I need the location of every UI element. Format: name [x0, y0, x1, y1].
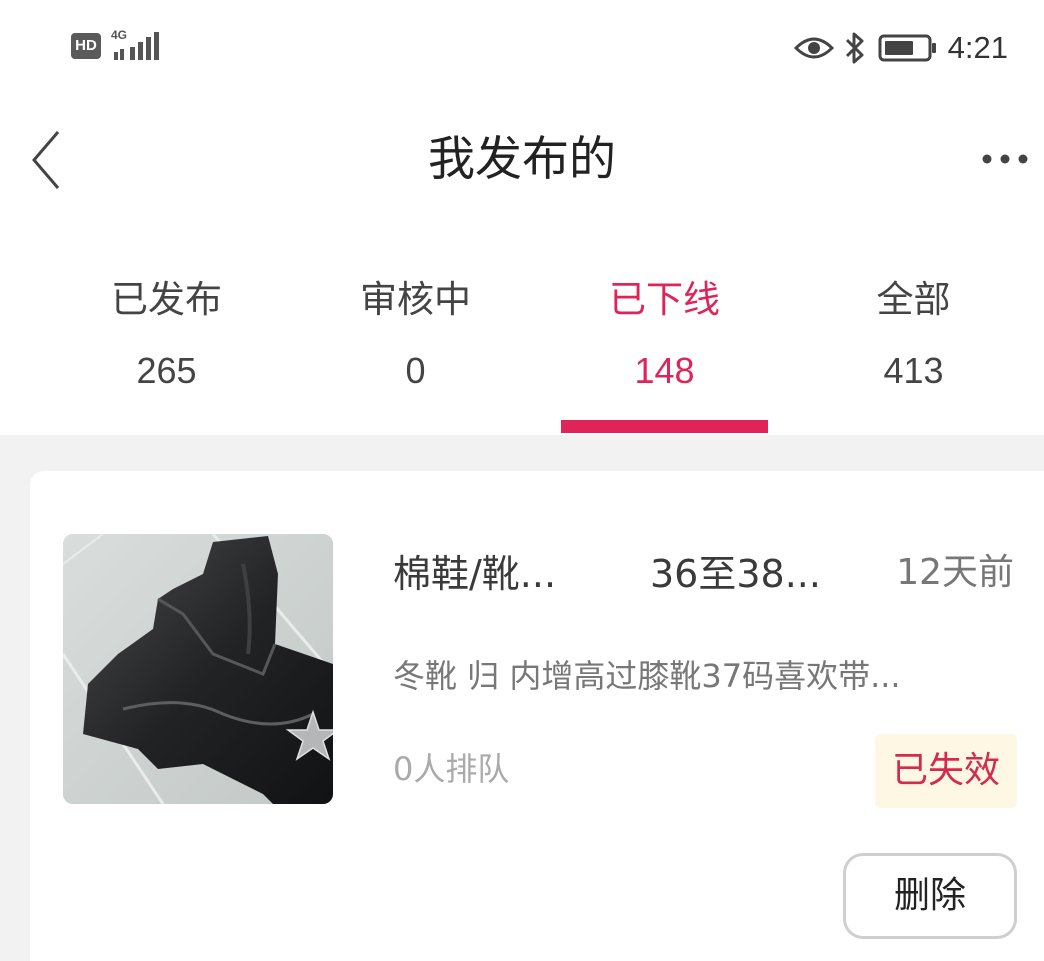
- item-timestamp: 12天前: [896, 552, 1014, 593]
- item-category: 棉鞋/靴...: [393, 552, 557, 596]
- clock-time: 4:21: [947, 30, 1008, 65]
- bluetooth-icon: [845, 32, 864, 64]
- tab-all[interactable]: 全部 413: [789, 265, 1038, 435]
- eye-icon: [793, 37, 834, 59]
- status-right: 4:21: [793, 26, 1008, 70]
- item-thumbnail[interactable]: [63, 534, 333, 804]
- tab-count: 413: [883, 350, 944, 391]
- more-horizontal-icon[interactable]: [978, 148, 1032, 170]
- tab-label: 已下线: [609, 278, 720, 321]
- tab-bar: 已发布 265 审核中 0 已下线 148 全部 413: [42, 265, 1038, 435]
- battery-icon: [878, 34, 936, 62]
- status-badge: 已失效: [875, 734, 1017, 808]
- tab-count: 0: [405, 350, 426, 391]
- app-screen: HD 4G 4:21 我发布的 已发布 265 审核中 0 已下线 148 全部…: [0, 0, 1044, 961]
- status-bar: HD 4G 4:21: [0, 0, 1044, 95]
- tab-count: 265: [136, 350, 197, 391]
- tab-label: 已发布: [111, 278, 222, 321]
- list-item[interactable]: 棉鞋/靴... 36至38... 12天前 冬靴 归 内增高过膝靴37码喜欢带.…: [30, 471, 1044, 961]
- tab-count: 148: [634, 350, 695, 391]
- tab-under-review[interactable]: 审核中 0: [291, 265, 540, 435]
- tab-label: 全部: [876, 278, 951, 321]
- page-title: 我发布的: [428, 132, 616, 187]
- hd-badge: HD: [71, 33, 101, 59]
- delete-button[interactable]: 删除: [843, 853, 1017, 939]
- item-queue-count: 0人排队: [393, 750, 510, 788]
- boot-image: [63, 534, 333, 804]
- item-size: 36至38...: [650, 552, 821, 596]
- tab-label: 审核中: [360, 278, 471, 321]
- tab-offline[interactable]: 已下线 148: [540, 265, 789, 435]
- active-tab-indicator: [561, 420, 768, 433]
- tab-published[interactable]: 已发布 265: [42, 265, 291, 435]
- item-description: 冬靴 归 内增高过膝靴37码喜欢带...: [393, 657, 901, 695]
- signal-icon: [114, 32, 159, 60]
